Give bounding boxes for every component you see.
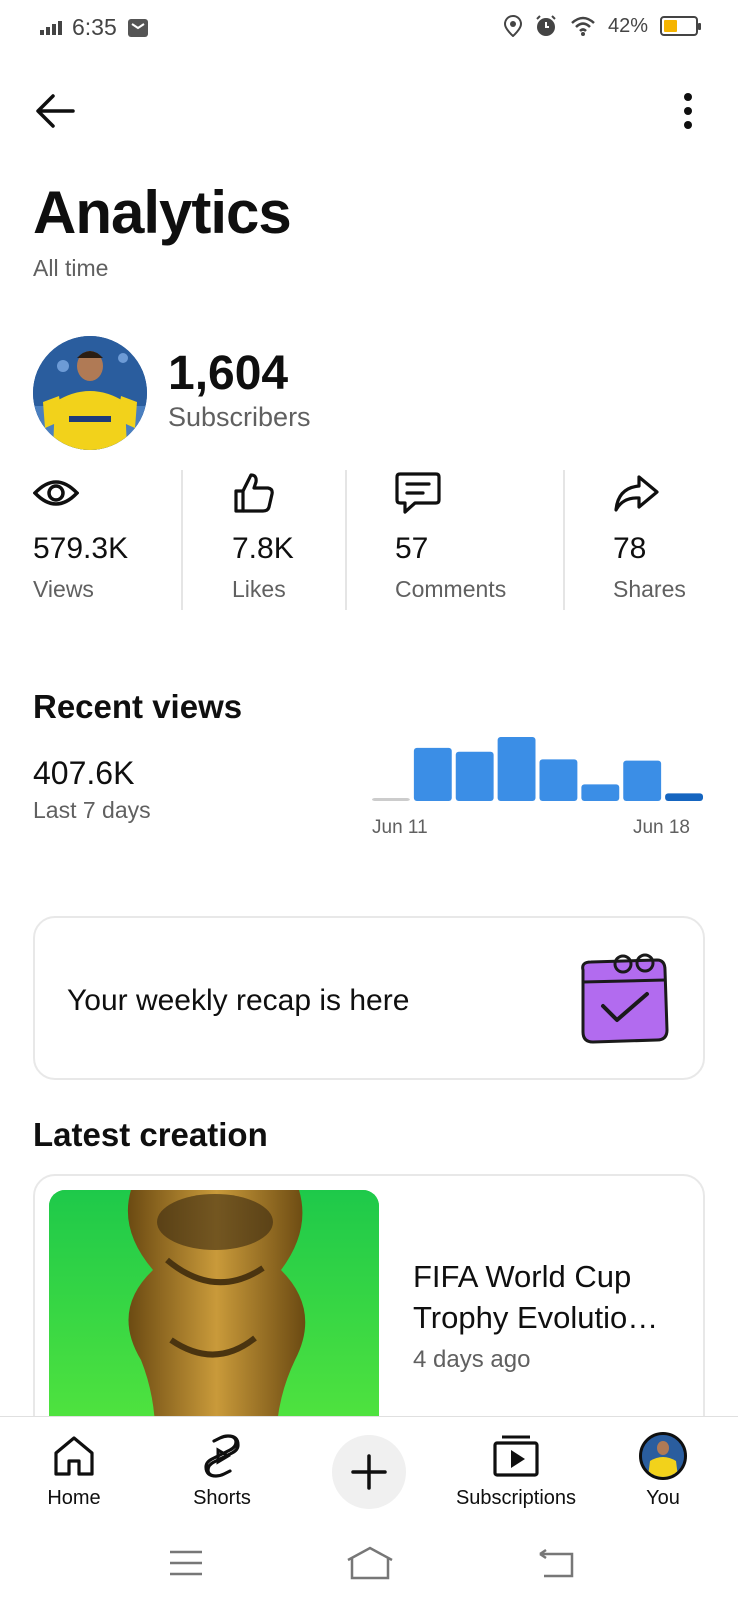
top-app-bar — [0, 80, 738, 140]
battery-percent: 42% — [607, 14, 648, 37]
battery-fill — [664, 20, 677, 32]
chart-bar — [372, 798, 410, 801]
video-title-line2: Trophy Evolutio… — [413, 1300, 659, 1335]
signal-icon — [40, 20, 62, 35]
recent-views-period: Last 7 days — [33, 797, 151, 823]
house-outline-icon — [347, 1546, 393, 1580]
system-home-button[interactable] — [340, 1538, 400, 1588]
location-icon — [503, 15, 522, 37]
you-avatar — [638, 1431, 688, 1481]
video-title-line1: FIFA World Cup — [413, 1259, 632, 1294]
subscriptions-icon — [491, 1431, 541, 1481]
chart-bar — [581, 784, 620, 801]
latest-creation-title: Latest creation — [33, 1116, 268, 1153]
more-dot — [684, 93, 692, 101]
chart-bar — [497, 737, 536, 801]
arrow-left-icon — [36, 94, 75, 128]
subscriber-count: 1,604 — [168, 347, 289, 400]
chart-bar — [539, 759, 578, 801]
profile-avatar — [639, 1432, 687, 1480]
nav-shorts[interactable]: Shorts — [182, 1417, 262, 1527]
channel-summary: 1,604 Subscribers — [33, 336, 693, 450]
wifi-icon — [571, 16, 595, 36]
stat-label: Likes — [232, 576, 286, 602]
chart-x-start: Jun 11 — [372, 817, 428, 838]
shorts-icon — [197, 1431, 247, 1481]
status-right: 42% — [503, 14, 701, 38]
nav-subscriptions[interactable]: Subscriptions — [448, 1417, 584, 1527]
chart-bar — [665, 793, 703, 801]
back-button[interactable] — [30, 86, 80, 136]
status-left: 6:35 — [40, 14, 149, 41]
stat-label: Views — [33, 576, 94, 602]
subscriber-label: Subscribers — [168, 402, 311, 432]
bottom-navigation: Home Shorts Subscriptions You — [0, 1416, 738, 1526]
nav-you[interactable]: You — [630, 1417, 696, 1527]
video-age: 4 days ago — [413, 1346, 531, 1373]
chart-svg — [372, 737, 703, 801]
return-icon — [539, 1548, 574, 1578]
weekly-recap-card[interactable]: Your weekly recap is here — [33, 916, 705, 1080]
system-menu-button[interactable] — [156, 1538, 216, 1588]
stats-row: 579.3K Views 7.8K Likes 57 Comments 78 S… — [33, 470, 705, 610]
nav-home[interactable]: Home — [38, 1417, 110, 1527]
recent-views-title: Recent views — [33, 688, 243, 725]
status-bar: 6:35 42% — [0, 0, 738, 60]
menu-icon — [170, 1550, 202, 1576]
more-dot — [684, 121, 692, 129]
stat-divider — [563, 470, 565, 610]
chart-bar — [455, 751, 494, 801]
avatar-image — [33, 336, 147, 450]
nav-label: Shorts — [193, 1487, 251, 1509]
more-dot — [684, 107, 692, 115]
recent-views-value: 407.6K — [33, 755, 135, 791]
nav-label: Subscriptions — [455, 1487, 577, 1509]
stat-value: 78 — [613, 532, 647, 565]
home-icon — [49, 1431, 99, 1481]
nav-label: Home — [47, 1487, 101, 1509]
video-title[interactable]: FIFA World Cup Trophy Evolutio… — [413, 1256, 693, 1338]
nav-label: You — [646, 1487, 680, 1509]
chart-bar — [623, 760, 662, 801]
chart-x-end: Jun 18 — [632, 817, 690, 838]
stat-divider — [181, 470, 183, 610]
stat-value: 7.8K — [232, 532, 294, 565]
calendar-check-icon — [573, 948, 673, 1048]
stat-divider — [345, 470, 347, 610]
status-time: 6:35 — [72, 14, 117, 40]
chart-bar — [413, 747, 452, 801]
message-icon — [127, 18, 148, 37]
page-title: Analytics — [33, 179, 292, 246]
more-options-button[interactable] — [668, 86, 708, 136]
stat-value: 57 — [395, 532, 429, 565]
eye-icon — [33, 470, 79, 516]
channel-avatar[interactable] — [33, 336, 147, 450]
battery-icon — [660, 16, 701, 36]
system-back-button[interactable] — [526, 1538, 586, 1588]
recap-text: Your weekly recap is here — [67, 984, 410, 1017]
stat-label: Comments — [395, 576, 507, 602]
stat-label: Shares — [613, 576, 686, 602]
system-navigation-bar — [0, 1526, 738, 1600]
page-subtitle: All time — [33, 255, 109, 281]
share-icon — [613, 470, 659, 516]
alarm-icon — [536, 15, 556, 36]
create-button[interactable] — [332, 1435, 406, 1509]
recent-views-chart[interactable]: Jun 11 Jun 18 — [372, 735, 707, 845]
comment-icon — [395, 470, 441, 516]
stat-value: 579.3K — [33, 532, 129, 565]
thumbs-up-icon — [232, 470, 278, 516]
plus-icon — [351, 1454, 387, 1490]
